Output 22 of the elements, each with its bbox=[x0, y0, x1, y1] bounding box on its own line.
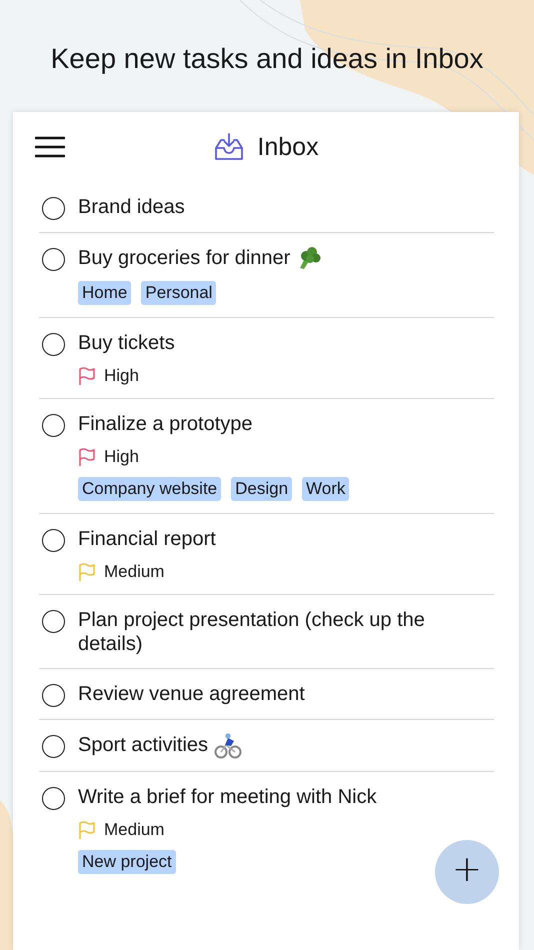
priority-label: Medium bbox=[104, 820, 164, 840]
tag[interactable]: Home bbox=[78, 281, 132, 305]
task-title[interactable]: Buy groceries for dinner bbox=[78, 246, 290, 270]
tag[interactable]: Personal bbox=[141, 281, 216, 305]
tag[interactable]: Design bbox=[231, 477, 292, 501]
task-title[interactable]: Review venue agreement bbox=[78, 682, 305, 706]
tag[interactable]: Company website bbox=[78, 477, 222, 501]
priority-label: High bbox=[104, 366, 139, 386]
priority-label: High bbox=[104, 447, 139, 467]
priority-label: Medium bbox=[104, 562, 164, 582]
tag[interactable]: New project bbox=[78, 850, 176, 874]
tag[interactable]: Work bbox=[302, 477, 350, 501]
task-title[interactable]: Sport activities bbox=[78, 733, 208, 757]
task-title[interactable]: Write a brief for meeting with Nick bbox=[78, 785, 377, 809]
task-title[interactable]: Buy tickets bbox=[78, 331, 175, 355]
task-title[interactable]: Financial report bbox=[78, 527, 216, 551]
headline: Keep new tasks and ideas in Inbox bbox=[50, 42, 484, 76]
screen-title: Inbox bbox=[257, 132, 319, 162]
task-title[interactable]: Plan project presentation (check up the details) bbox=[78, 608, 438, 656]
add-button[interactable]: + bbox=[435, 840, 499, 904]
task-title[interactable]: Finalize a prototype bbox=[78, 412, 253, 436]
task-title[interactable]: Brand ideas bbox=[78, 195, 185, 219]
